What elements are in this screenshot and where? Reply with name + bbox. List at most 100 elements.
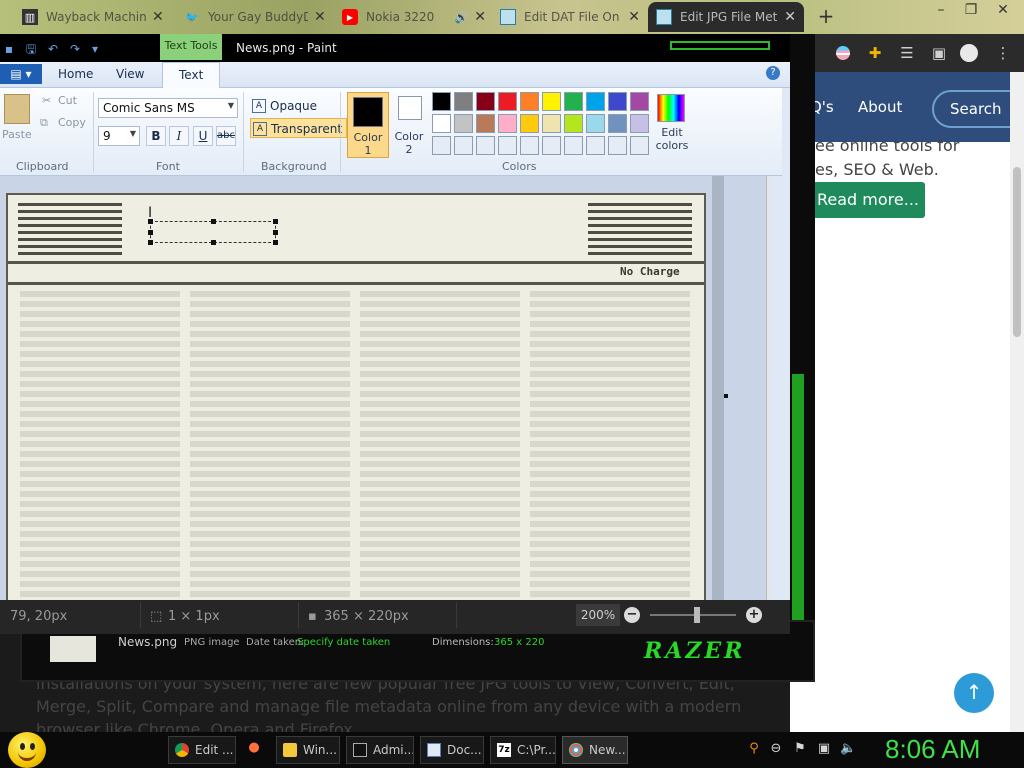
resize-handle[interactable] [273, 240, 278, 245]
customize-toolbar-icon[interactable]: ▾ [88, 42, 102, 56]
taskbar-7zip[interactable]: 7z C:\Pr... [490, 736, 556, 764]
paste-button[interactable]: Paste [2, 128, 32, 141]
help-icon[interactable]: ? [766, 66, 780, 80]
bold-button[interactable]: B [146, 126, 166, 146]
palette-swatch[interactable] [476, 92, 495, 111]
reading-list-icon[interactable]: ☰ [898, 44, 916, 62]
undo-icon[interactable]: ↶ [46, 42, 60, 56]
transparent-button[interactable]: A Transparent [250, 118, 348, 138]
italic-button[interactable]: I [169, 126, 189, 146]
scroll-to-top-button[interactable]: ↑ [954, 673, 994, 713]
zoom-level[interactable]: 200% [576, 604, 620, 626]
palette-swatch[interactable] [630, 114, 649, 133]
strikethrough-button[interactable]: abc [216, 126, 236, 146]
palette-swatch[interactable] [542, 114, 561, 133]
palette-swatch[interactable] [608, 114, 627, 133]
close-tab-icon[interactable]: ✕ [784, 9, 796, 25]
palette-swatch[interactable] [476, 114, 495, 133]
palette-swatch[interactable] [520, 114, 539, 133]
restore-button[interactable]: ❐ [956, 0, 986, 22]
resize-handle[interactable] [211, 219, 216, 224]
search-icon[interactable]: ⚲ [746, 741, 762, 757]
side-panel-icon[interactable]: ▣ [930, 44, 948, 62]
browser-menu-icon[interactable]: ⋮ [994, 44, 1012, 62]
save-icon[interactable]: 🖫 [24, 42, 38, 56]
new-tab-button[interactable]: + [815, 6, 837, 28]
network-icon[interactable]: ▣ [816, 741, 832, 757]
taskbar-clock[interactable]: 8:06 AM [885, 734, 980, 765]
palette-swatch[interactable] [586, 136, 605, 155]
resize-handle[interactable] [211, 240, 216, 245]
font-size-select[interactable]: 9 ▼ [98, 126, 140, 146]
tab-text[interactable]: Text [162, 62, 221, 88]
redo-icon[interactable]: ↷ [68, 42, 82, 56]
taskbar-cmd[interactable]: Admi... [346, 736, 414, 764]
close-tab-icon[interactable]: ✕ [152, 9, 164, 25]
taskbar-chrome[interactable]: Edit ... [168, 736, 236, 764]
palette-swatch[interactable] [432, 136, 451, 155]
tab-home[interactable]: Home [58, 67, 93, 81]
image-canvas[interactable]: No Charge Ι [6, 193, 706, 600]
palette-swatch[interactable] [564, 136, 583, 155]
palette-swatch[interactable] [630, 92, 649, 111]
pride-flag-icon[interactable] [834, 44, 852, 62]
cut-button[interactable]: Cut [58, 94, 77, 107]
palette-swatch[interactable] [608, 136, 627, 155]
canvas-scrollbar[interactable] [766, 176, 770, 600]
browser-tab[interactable]: ▶ Nokia 3220 🔊 ✕ [334, 2, 494, 32]
copy-button[interactable]: Copy [58, 116, 86, 129]
zoom-slider-thumb[interactable] [694, 607, 700, 623]
palette-swatch[interactable] [608, 92, 627, 111]
close-tab-icon[interactable]: ✕ [474, 9, 486, 25]
color1-button[interactable]: Color 1 [347, 92, 389, 158]
edit-colors-icon[interactable] [657, 94, 685, 122]
edit-colors-button[interactable]: Edit colors [654, 126, 690, 152]
close-tab-icon[interactable]: ✕ [314, 9, 326, 25]
text-selection-box[interactable] [148, 219, 278, 245]
browser-tab[interactable]: 🐦 Your Gay BuddyD ✕ [176, 2, 336, 32]
taskbar-paint[interactable]: New... [562, 736, 628, 764]
palette-swatch[interactable] [564, 92, 583, 111]
palette-swatch[interactable] [454, 114, 473, 133]
taskbar-explorer[interactable]: Win... [276, 736, 340, 764]
extensions-icon[interactable]: ✚ [866, 44, 884, 62]
palette-swatch[interactable] [476, 136, 495, 155]
firefox-icon[interactable]: ● [246, 740, 262, 756]
zoom-in-button[interactable]: + [746, 607, 762, 623]
palette-swatch[interactable] [498, 114, 517, 133]
start-button[interactable] [8, 732, 46, 768]
palette-swatch[interactable] [520, 92, 539, 111]
font-family-select[interactable]: Comic Sans MS ▼ [98, 98, 238, 118]
palette-swatch[interactable] [454, 92, 473, 111]
palette-swatch[interactable] [432, 114, 451, 133]
underline-button[interactable]: U [193, 126, 213, 146]
browser-tab[interactable]: Edit DAT File On ✕ [492, 2, 648, 32]
browser-tab[interactable]: ▥ Wayback Machine ✕ [14, 2, 174, 32]
resize-handle[interactable] [273, 230, 278, 235]
color2-button[interactable] [398, 96, 422, 120]
date-taken-value[interactable]: Specify date taken [297, 637, 390, 648]
minus-circle-icon[interactable]: ⊖ [768, 741, 784, 757]
volume-icon[interactable]: 🔈 [840, 741, 856, 757]
resize-handle[interactable] [273, 219, 278, 224]
palette-swatch[interactable] [498, 92, 517, 111]
palette-swatch[interactable] [432, 92, 451, 111]
palette-swatch[interactable] [454, 136, 473, 155]
close-tab-icon[interactable]: ✕ [628, 9, 640, 25]
canvas-area[interactable]: No Charge Ι [0, 176, 770, 600]
read-more-button[interactable]: Read more... [805, 182, 925, 218]
close-window-button[interactable]: ✕ [988, 0, 1018, 22]
palette-swatch[interactable] [542, 136, 561, 155]
tab-view[interactable]: View [116, 67, 144, 81]
palette-swatch[interactable] [542, 92, 561, 111]
palette-swatch[interactable] [586, 114, 605, 133]
palette-swatch[interactable] [564, 114, 583, 133]
minimize-button[interactable]: – [926, 0, 956, 22]
browser-tab-active[interactable]: Edit JPG File Meta ✕ [648, 2, 804, 32]
palette-swatch[interactable] [630, 136, 649, 155]
nav-about-link[interactable]: About [858, 98, 902, 116]
zoom-out-button[interactable]: − [624, 607, 640, 623]
palette-swatch[interactable] [498, 136, 517, 155]
taskbar-document[interactable]: Doc... [420, 736, 484, 764]
page-scrollbar-thumb[interactable] [1013, 167, 1021, 337]
